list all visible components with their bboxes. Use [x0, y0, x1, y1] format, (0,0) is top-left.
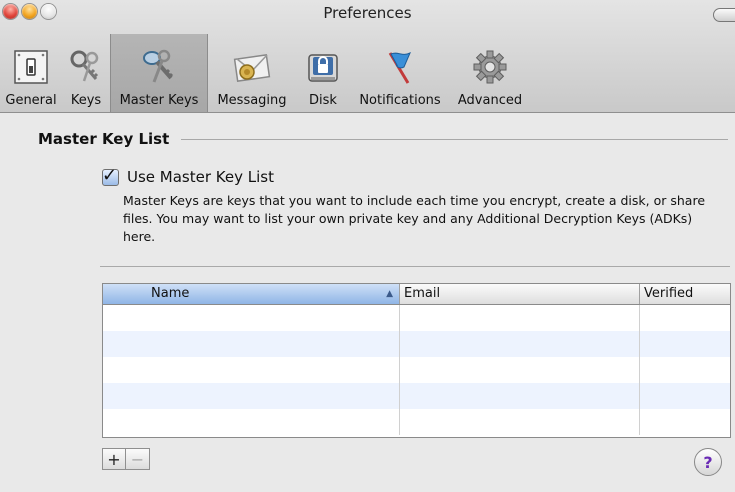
section-header: Master Key List [38, 130, 728, 148]
table-cell [640, 409, 730, 435]
table-cell [103, 331, 400, 357]
sort-ascending-icon: ▲ [386, 289, 393, 299]
keys-icon [65, 45, 107, 89]
column-header-verified-label: Verified [644, 286, 694, 301]
add-key-button[interactable]: + [102, 448, 126, 470]
column-header-email-label: Email [404, 286, 441, 301]
window-title: Preferences [323, 4, 412, 22]
toolbar-label-advanced: Advanced [457, 93, 523, 108]
preferences-toolbar: General Keys Master Keys Messaging Disk … [0, 34, 530, 112]
content-divider [100, 266, 730, 267]
master-key-table: Name ▲ Email Verified [102, 283, 731, 438]
toolbar-item-advanced[interactable]: Advanced [450, 34, 530, 112]
list-edit-buttons: + − [102, 448, 150, 470]
table-cell [640, 383, 730, 409]
toolbar-label-disk: Disk [309, 93, 337, 108]
table-row[interactable] [103, 409, 730, 435]
table-row[interactable] [103, 331, 730, 357]
table-row[interactable] [103, 305, 730, 331]
master-keys-description: Master Keys are keys that you want to in… [123, 193, 706, 244]
table-row[interactable] [103, 357, 730, 383]
table-cell [640, 331, 730, 357]
toolbar-toggle-button[interactable] [713, 8, 735, 22]
table-cell [400, 357, 640, 383]
toolbar-item-notifications[interactable]: Notifications [350, 34, 450, 112]
toolbar-label-notifications: Notifications [359, 93, 441, 108]
table-cell [103, 305, 400, 331]
table-row[interactable] [103, 383, 730, 409]
toolbar-label-general: General [5, 93, 57, 108]
column-header-email[interactable]: Email [400, 284, 640, 304]
table-cell [640, 305, 730, 331]
toolbar-label-keys: Keys [70, 93, 102, 108]
table-header: Name ▲ Email Verified [103, 284, 730, 305]
gear-icon [469, 45, 511, 89]
toolbar-item-general[interactable]: General [0, 34, 62, 112]
toolbar-item-master-keys[interactable]: Master Keys [110, 34, 208, 112]
flag-icon [379, 45, 421, 89]
table-cell [400, 409, 640, 435]
column-header-name[interactable]: Name ▲ [103, 284, 400, 304]
table-cell [640, 357, 730, 383]
use-master-key-list-checkbox[interactable]: ✓ [102, 165, 119, 186]
toolbar-label-master-keys: Master Keys [119, 93, 199, 108]
toolbar-item-messaging[interactable]: Messaging [208, 34, 296, 112]
use-master-key-list-label: Use Master Key List [127, 168, 274, 186]
toolbar-item-disk[interactable]: Disk [296, 34, 350, 112]
table-cell [103, 383, 400, 409]
toolbar-item-keys[interactable]: Keys [62, 34, 110, 112]
envelope-icon [231, 45, 273, 89]
master-keys-icon [138, 45, 180, 89]
table-cell [103, 357, 400, 383]
checkmark-icon: ✓ [102, 164, 118, 186]
toolbar-label-messaging: Messaging [217, 93, 287, 108]
window-titlebar: Preferences General Keys Master Keys Mes… [0, 0, 735, 113]
use-master-key-list-option[interactable]: ✓ Use Master Key List [102, 165, 274, 186]
section-divider [181, 138, 728, 140]
column-header-verified[interactable]: Verified [640, 284, 730, 304]
table-cell [400, 383, 640, 409]
table-cell [400, 305, 640, 331]
table-cell [103, 409, 400, 435]
general-switch-icon [10, 45, 52, 89]
section-title: Master Key List [38, 130, 170, 148]
help-button[interactable]: ? [694, 448, 722, 476]
remove-key-button[interactable]: − [126, 448, 150, 470]
column-header-name-label: Name [151, 286, 190, 301]
table-cell [400, 331, 640, 357]
disk-lock-icon [302, 45, 344, 89]
